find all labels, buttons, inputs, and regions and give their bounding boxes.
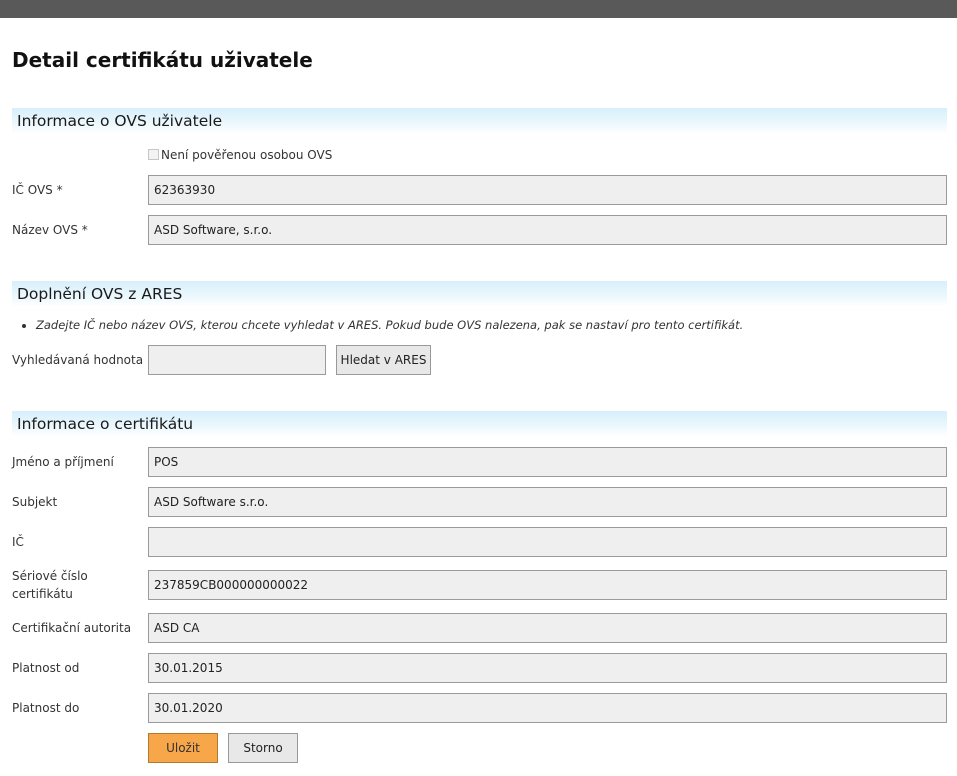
cancel-button[interactable]: Storno xyxy=(228,733,298,763)
ares-hint-list: Zadejte IČ nebo název OVS, kterou chcete… xyxy=(36,318,743,332)
page-title: Detail certifikátu uživatele xyxy=(12,48,313,72)
not-ovs-person-checkbox[interactable] xyxy=(148,149,159,160)
ovs-name-label: Název OVS * xyxy=(12,223,88,237)
section-heading-ovs: Informace o OVS uživatele xyxy=(12,108,947,134)
ares-hint-text: Zadejte IČ nebo název OVS, kterou chcete… xyxy=(36,318,743,332)
section-heading-certificate: Informace o certifikátu xyxy=(12,411,947,437)
ic-ovs-label: IČ OVS * xyxy=(12,183,63,197)
ic-ovs-field: 62363930 xyxy=(148,175,947,205)
save-button[interactable]: Uložit xyxy=(148,733,218,763)
valid-from-label: Platnost od xyxy=(12,661,80,675)
ic-field xyxy=(148,527,947,557)
certificate-authority-label: Certifikační autorita xyxy=(12,621,132,635)
section-heading-ares: Doplnění OVS z ARES xyxy=(12,281,947,307)
ares-search-input[interactable] xyxy=(148,345,326,375)
ovs-name-field: ASD Software, s.r.o. xyxy=(148,215,947,245)
not-ovs-person-checkbox-row[interactable]: Není pověřenou osobou OVS xyxy=(148,148,332,162)
search-ares-button[interactable]: Hledat v ARES xyxy=(336,345,431,375)
valid-to-label: Platnost do xyxy=(12,701,80,715)
subject-field: ASD Software s.r.o. xyxy=(148,487,947,517)
top-bar xyxy=(0,0,957,18)
subject-label: Subjekt xyxy=(12,495,58,509)
search-value-label: Vyhledávaná hodnota xyxy=(12,353,144,367)
not-ovs-person-label: Není pověřenou osobou OVS xyxy=(161,148,333,162)
valid-to-field: 30.01.2020 xyxy=(148,693,947,723)
full-name-field: POS xyxy=(148,447,947,477)
full-name-label: Jméno a příjmení xyxy=(12,455,114,469)
serial-number-label: Sériové číslo certifikátu xyxy=(12,569,88,601)
serial-number-field: 237859CB000000000022 xyxy=(148,570,947,600)
ic-label: IČ xyxy=(12,535,24,549)
certificate-authority-field: ASD CA xyxy=(148,613,947,643)
valid-from-field: 30.01.2015 xyxy=(148,653,947,683)
